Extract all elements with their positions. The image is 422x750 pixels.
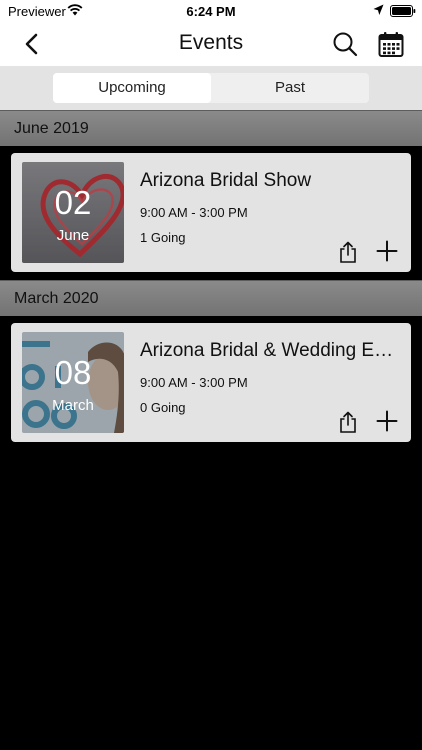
segmented-control: Upcoming Past bbox=[53, 73, 369, 103]
event-title: Arizona Bridal Show bbox=[140, 170, 312, 191]
event-card[interactable]: 08 March Arizona Bridal & Wedding Expo 9… bbox=[11, 323, 411, 442]
event-day: 02 bbox=[54, 184, 92, 221]
section-header: June 2019 bbox=[0, 110, 422, 146]
event-time: 9:00 AM - 3:00 PM bbox=[140, 205, 248, 220]
add-icon[interactable] bbox=[376, 240, 398, 262]
section-title: March 2020 bbox=[14, 290, 99, 307]
event-month: March bbox=[52, 397, 94, 414]
tab-upcoming[interactable]: Upcoming bbox=[53, 73, 211, 103]
event-title: Arizona Bridal & Wedding Expo bbox=[140, 340, 398, 361]
status-bar: Previewer 6:24 PM bbox=[0, 0, 422, 22]
status-time: 6:24 PM bbox=[186, 4, 236, 19]
share-icon[interactable] bbox=[338, 410, 358, 434]
location-arrow-icon bbox=[373, 4, 384, 15]
calendar-icon[interactable] bbox=[378, 30, 404, 58]
event-month: June bbox=[56, 227, 90, 244]
nav-bar: Events bbox=[0, 22, 422, 66]
section-header: March 2020 bbox=[0, 280, 422, 316]
search-icon[interactable] bbox=[331, 30, 359, 58]
event-going-count: 1 Going bbox=[140, 230, 186, 245]
event-card[interactable]: 02 June Arizona Bridal Show 9:00 AM - 3:… bbox=[11, 153, 411, 272]
event-time: 9:00 AM - 3:00 PM bbox=[140, 375, 248, 390]
add-icon[interactable] bbox=[376, 410, 398, 432]
segment-bar: Upcoming Past bbox=[0, 66, 422, 110]
section-title: June 2019 bbox=[14, 120, 89, 137]
event-thumbnail: 08 March bbox=[22, 332, 124, 433]
event-day: 08 bbox=[54, 354, 92, 391]
event-going-count: 0 Going bbox=[140, 400, 186, 415]
tab-past[interactable]: Past bbox=[211, 73, 369, 103]
event-thumbnail: 02 June bbox=[22, 162, 124, 263]
share-icon[interactable] bbox=[338, 240, 358, 264]
battery-icon bbox=[390, 5, 416, 17]
